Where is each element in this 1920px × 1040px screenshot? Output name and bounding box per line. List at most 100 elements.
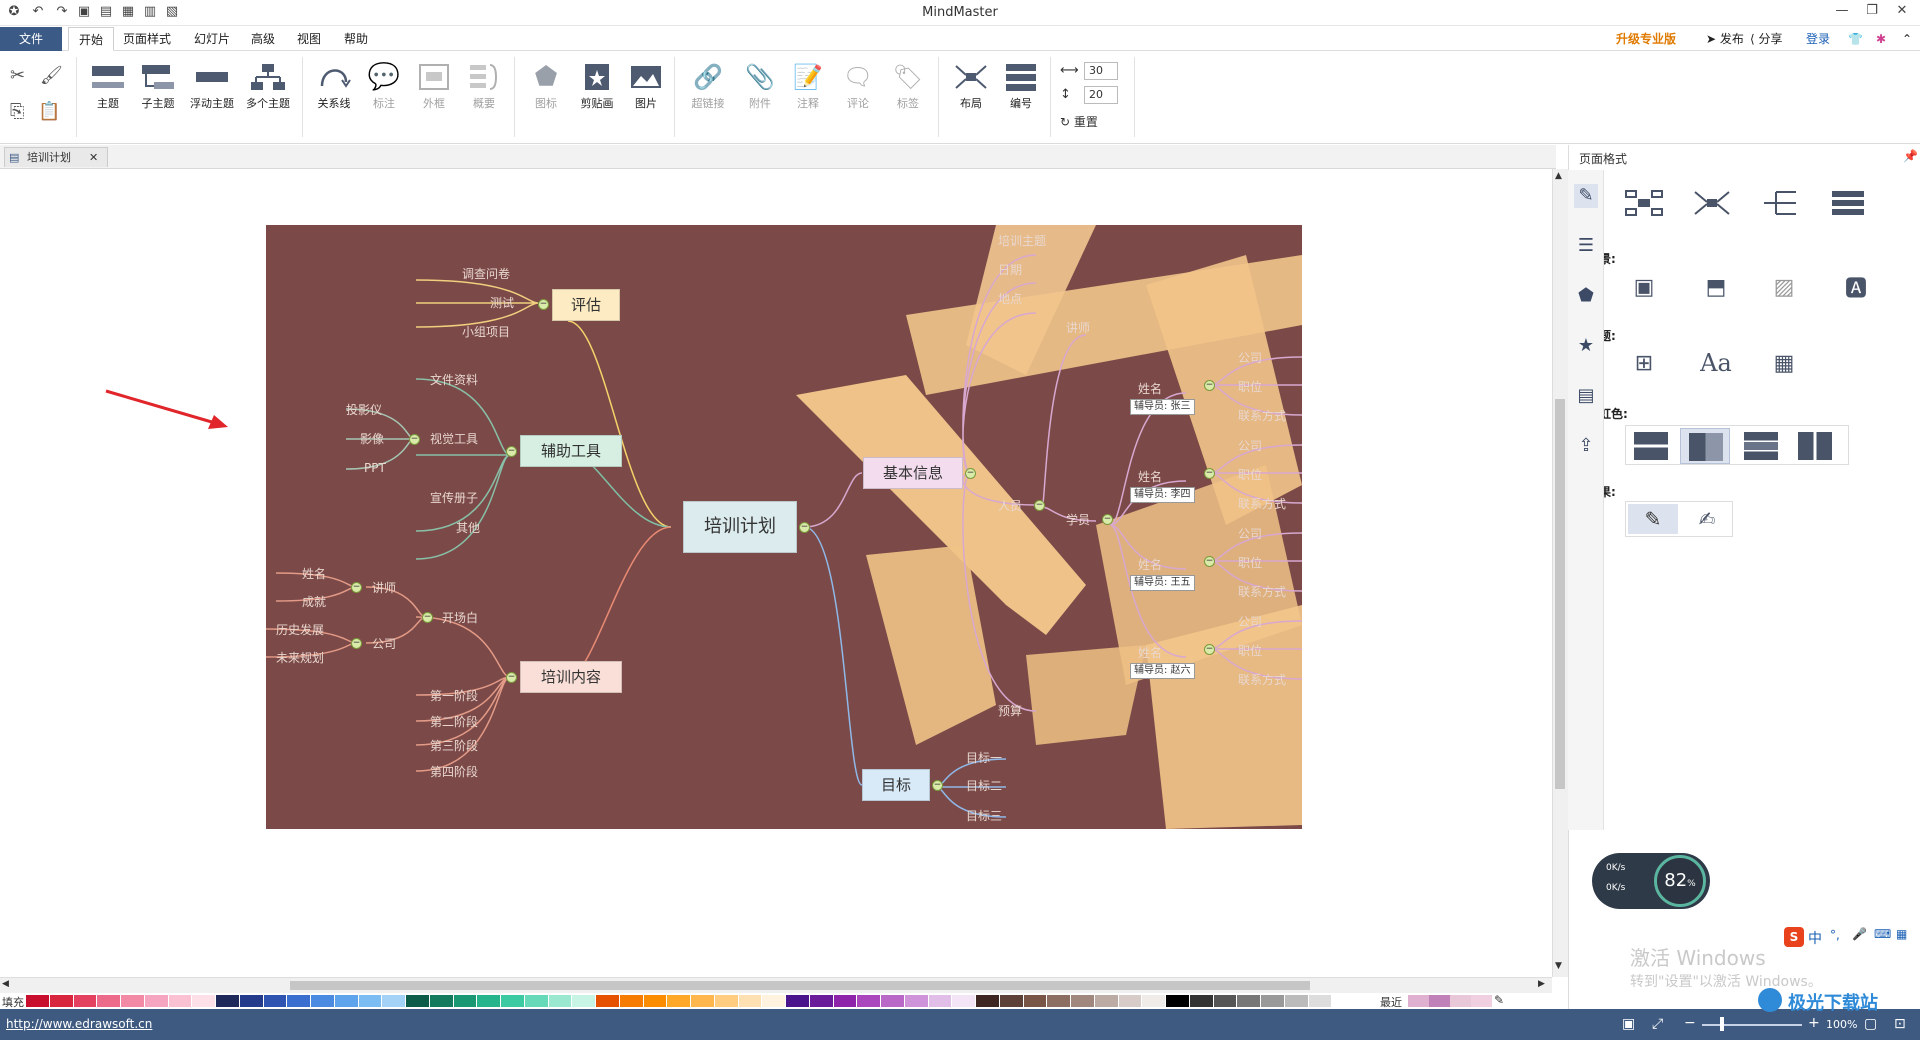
student-1-company[interactable]: 公司: [1238, 349, 1262, 366]
color-swatch[interactable]: [311, 995, 334, 1007]
color-swatch[interactable]: [572, 995, 595, 1007]
theme-font-button[interactable]: Aa: [1693, 345, 1739, 381]
copy-icon[interactable]: ⎘: [10, 101, 24, 122]
color-swatch[interactable]: [263, 995, 287, 1007]
scroll-right-icon[interactable]: ▶: [1538, 979, 1545, 989]
color-swatch[interactable]: [1261, 995, 1284, 1007]
clipart-panel-icon[interactable]: ★: [1574, 334, 1598, 358]
subtopic-projector[interactable]: 投影仪: [346, 401, 382, 418]
tab-help[interactable]: 帮助: [334, 27, 378, 51]
topic-goal[interactable]: 目标: [862, 769, 930, 801]
layout-style-1-button[interactable]: [1621, 185, 1667, 221]
outline-icon[interactable]: ☰: [1574, 234, 1598, 258]
student-2-name[interactable]: 姓名: [1138, 468, 1162, 485]
rainbow-option-4[interactable]: [1798, 432, 1832, 460]
login-link[interactable]: 登录: [1796, 27, 1840, 51]
color-swatch[interactable]: [477, 995, 500, 1007]
subtopic-stage-1[interactable]: 第一阶段: [430, 687, 478, 704]
fit-page-icon[interactable]: ▣: [1622, 1016, 1635, 1032]
layout-style-3-button[interactable]: [1757, 185, 1803, 221]
close-button[interactable]: ✕: [1888, 3, 1916, 21]
color-swatch[interactable]: [524, 995, 548, 1007]
color-swatch[interactable]: [49, 995, 73, 1007]
scroll-down-icon[interactable]: ▼: [1555, 961, 1562, 971]
watermark-button[interactable]: 🅰: [1833, 269, 1879, 305]
punctuation-icon[interactable]: °,: [1830, 928, 1840, 942]
restore-button[interactable]: ❐: [1858, 3, 1886, 21]
topic-content[interactable]: 培训内容: [520, 661, 622, 693]
scroll-thumb[interactable]: [290, 981, 1310, 990]
subtopic-students[interactable]: 学员: [1066, 511, 1090, 528]
subtopic-company[interactable]: 公司: [372, 635, 396, 652]
student-3-contact[interactable]: 联系方式: [1238, 583, 1286, 600]
fit-width-icon[interactable]: ▢: [1864, 1016, 1877, 1032]
effect-flat-button[interactable]: ✎: [1628, 504, 1678, 534]
layout-button[interactable]: 布局: [950, 59, 992, 111]
root-topic[interactable]: 培训计划: [683, 501, 797, 553]
subtopic-history[interactable]: 历史发展: [276, 621, 324, 638]
subtopic-documents[interactable]: 文件资料: [430, 371, 478, 388]
collapse-icon[interactable]: −: [1034, 500, 1045, 511]
theme-layout-button[interactable]: ⊞: [1621, 345, 1667, 381]
collapse-icon[interactable]: −: [1204, 644, 1215, 655]
subtopic-stage-3[interactable]: 第三阶段: [430, 737, 478, 754]
collapse-icon[interactable]: −: [932, 780, 943, 791]
subtopic-people-lecturer[interactable]: 讲师: [1066, 319, 1090, 336]
subtopic-stage-4[interactable]: 第四阶段: [430, 763, 478, 780]
color-swatch[interactable]: [786, 995, 809, 1007]
subtopic-goal-1[interactable]: 目标一: [966, 749, 1002, 766]
tab-start[interactable]: 开始: [68, 27, 115, 51]
topic-tools[interactable]: 辅助工具: [520, 435, 622, 467]
subtopic-opening[interactable]: 开场白: [442, 609, 478, 626]
color-swatch[interactable]: [1189, 995, 1213, 1007]
scroll-thumb[interactable]: [1555, 399, 1565, 789]
comment-button[interactable]: 🗨 评论: [838, 59, 878, 111]
tag-button[interactable]: 🏷 标签: [888, 59, 928, 111]
color-swatch[interactable]: [643, 995, 667, 1007]
presentation-icon[interactable]: ⊡: [1894, 1016, 1906, 1032]
color-swatch[interactable]: [667, 995, 690, 1007]
tab-page-style[interactable]: 页面样式: [113, 27, 181, 51]
summary-button[interactable]: 概要: [464, 59, 504, 111]
background-image-button[interactable]: ⬒: [1693, 269, 1739, 305]
color-swatch[interactable]: [1237, 995, 1260, 1007]
horizontal-scrollbar[interactable]: ◀ ▶: [0, 977, 1552, 993]
collapse-icon[interactable]: −: [506, 446, 517, 457]
color-swatch[interactable]: [453, 995, 477, 1007]
color-swatch[interactable]: [857, 995, 880, 1007]
note-button[interactable]: 📝 注释: [788, 59, 828, 111]
subtopic-test[interactable]: 测试: [490, 294, 514, 311]
subtopic-date[interactable]: 日期: [998, 261, 1022, 278]
subtopic-ppt[interactable]: PPT: [364, 461, 386, 475]
student-4-position[interactable]: 职位: [1238, 642, 1262, 659]
student-2-contact[interactable]: 联系方式: [1238, 495, 1286, 512]
boundary-button[interactable]: 外框: [414, 59, 454, 111]
color-swatch[interactable]: [216, 995, 239, 1007]
color-swatch[interactable]: [1142, 995, 1165, 1007]
format-painter-icon[interactable]: 🖌: [40, 65, 63, 86]
color-swatch[interactable]: [1308, 995, 1332, 1007]
collapse-icon[interactable]: −: [1102, 514, 1113, 525]
subtopic-training-theme[interactable]: 培训主题: [998, 232, 1046, 249]
student-1-position[interactable]: 职位: [1238, 378, 1262, 395]
color-swatch[interactable]: [1023, 995, 1047, 1007]
color-swatch[interactable]: [1094, 995, 1118, 1007]
subtopic-location[interactable]: 地点: [998, 290, 1022, 307]
color-swatch[interactable]: [691, 995, 714, 1007]
color-swatch[interactable]: [762, 995, 785, 1007]
color-swatch[interactable]: [1284, 995, 1308, 1007]
color-swatch[interactable]: [928, 995, 952, 1007]
subtopic-button[interactable]: 子主题: [138, 59, 178, 111]
subtopic-people[interactable]: 人员: [998, 497, 1022, 514]
hyperlink-button[interactable]: 🔗 超链接: [686, 59, 730, 111]
collapse-icon[interactable]: −: [1204, 556, 1215, 567]
student-2-company[interactable]: 公司: [1238, 437, 1262, 454]
color-swatch[interactable]: [168, 995, 192, 1007]
student-3-name[interactable]: 姓名: [1138, 556, 1162, 573]
clipart-button[interactable]: 剪贴画: [576, 59, 618, 111]
color-swatch[interactable]: [833, 995, 857, 1007]
page-format-icon[interactable]: ✎: [1574, 184, 1598, 208]
color-swatch[interactable]: [192, 995, 215, 1007]
keyboard-icon[interactable]: ⌨: [1874, 927, 1891, 941]
collapse-icon[interactable]: −: [538, 299, 549, 310]
